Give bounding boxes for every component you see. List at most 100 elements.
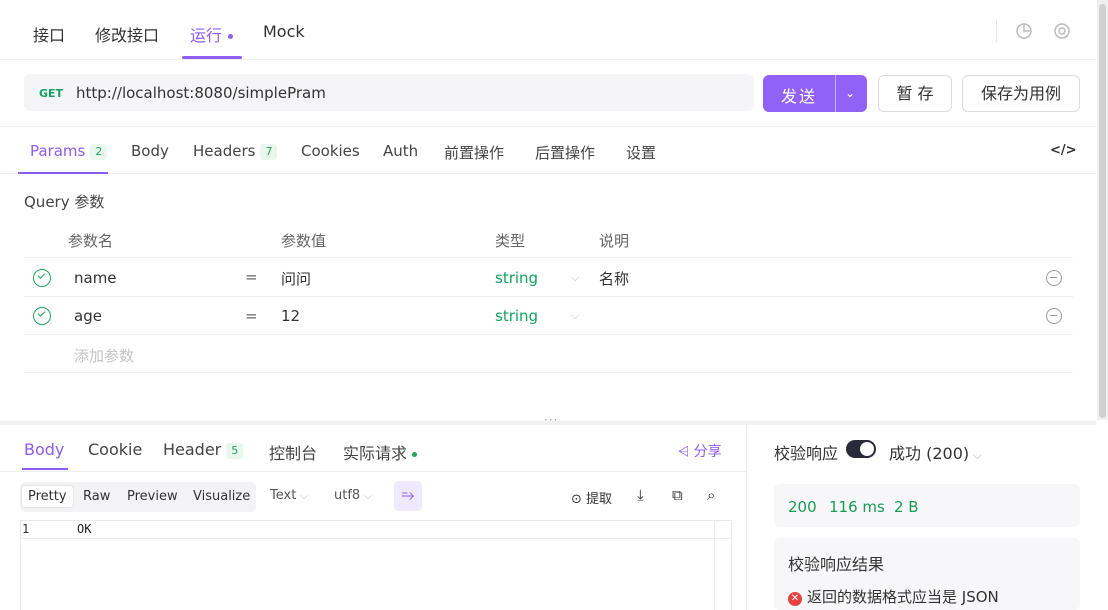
remove-row-icon[interactable] [1046,308,1062,324]
line-number: 1 [22,522,30,536]
url-text: http://localhost:8080/simplePram [76,84,326,102]
panel-divider [746,425,747,610]
extract-icon: ⊙ [571,492,587,507]
status-code: 200 [788,498,817,516]
param-name[interactable]: age [74,307,102,325]
download-icon[interactable]: ⤓ [637,486,644,504]
view-tab-visualize[interactable]: Visualize [193,489,250,504]
validation-error-text: 返回的数据格式应当是 JSON [807,588,999,606]
add-param-input[interactable]: 添加参数 [74,345,134,366]
table-divider [24,334,1073,335]
tab-console[interactable]: 控制台 [269,440,317,464]
top-tab-bar: 接口 修改接口 运行 Mock [0,0,1096,60]
tab-cookies[interactable]: Cookies [301,142,360,160]
active-tab-underline [18,172,108,174]
url-input[interactable]: GET http://localhost:8080/simplePram [24,74,754,111]
response-divider [0,471,746,472]
col-header-type: 类型 [495,232,526,250]
copy-icon[interactable]: ⧉ [672,486,683,504]
row-enabled-check-icon[interactable] [33,269,51,287]
table-divider [24,372,1073,373]
send-label: 发送 [781,87,818,106]
tab-actual-request-label: 实际请求 [343,444,408,463]
response-code: OK [77,522,92,536]
table-divider [24,257,1073,258]
tab-headers[interactable]: Headers 7 [193,142,278,160]
col-header-desc: 说明 [599,232,630,250]
save-temp-button[interactable]: 暂 存 [878,75,952,112]
extract-label: 提取 [586,492,613,507]
encoding-select[interactable]: utf8 ⌵ [334,488,372,503]
param-description[interactable]: 名称 [599,268,629,289]
send-divider [835,75,836,112]
tab-body[interactable]: Body [131,142,169,160]
request-tab-bar: Params 2 Body Headers 7 Cookies Auth 前置操作 … [0,126,1096,174]
status-dot-icon [412,452,418,457]
row-enabled-check-icon[interactable] [33,307,51,325]
active-tab-underline [22,468,68,470]
history-icon[interactable] [1015,22,1033,40]
tab-pre-operations[interactable]: 前置操作 [444,142,504,163]
query-params-label: Query 参数 [24,193,105,211]
view-mode-tabs: Pretty Raw Preview Visualize [20,482,256,512]
chevron-down-icon[interactable]: ⌵ [571,309,579,323]
send-button[interactable]: 发送 ⌄ [763,75,867,112]
app-window: 接口 修改接口 运行 Mock GET http://localhost:808… [0,0,1108,610]
extract-button[interactable]: ⊙ 提取 [571,488,612,507]
tab-mock[interactable]: Mock [263,22,305,41]
wrap-lines-icon[interactable]: ⥱ [394,481,422,511]
tab-response-header[interactable]: Header 5 [163,440,244,459]
view-tab-preview[interactable]: Preview [127,489,178,504]
tab-response-body[interactable]: Body [24,440,64,459]
table-divider [24,296,1073,297]
tab-params[interactable]: Params 2 [30,142,108,160]
share-button[interactable]: ⩤ 分享 [678,441,722,461]
settings-icon[interactable] [1053,22,1071,40]
params-count-badge: 2 [90,144,108,160]
tab-auth[interactable]: Auth [383,142,418,160]
search-icon[interactable]: ⌕ [707,486,715,504]
param-type-select[interactable]: string [495,269,538,287]
headers-count-badge: 7 [260,144,278,160]
param-name[interactable]: name [74,269,117,287]
encoding-select-value: utf8 [334,488,361,503]
tab-interface[interactable]: 接口 [33,22,65,46]
share-label: 分享 [693,444,722,460]
share-icon: ⩤ [678,444,694,460]
tab-actual-request[interactable]: 实际请求 [343,440,418,464]
chevron-down-icon[interactable]: ⌵ [571,271,579,285]
equals-sign: = [245,268,258,286]
http-method[interactable]: GET [39,87,63,100]
save-as-case-button[interactable]: 保存为用例 [962,75,1080,112]
code-icon[interactable]: </> [1050,143,1077,158]
response-size: 2 B [894,498,919,516]
view-tab-raw[interactable]: Raw [83,489,110,504]
editor-minimap-border [714,520,715,610]
validate-response-label: 校验响应 [774,444,839,463]
param-type-select[interactable]: string [495,307,538,325]
response-editor[interactable] [20,520,732,610]
tab-run[interactable]: 运行 [190,22,234,46]
param-value[interactable]: 问问 [281,268,311,289]
remove-row-icon[interactable] [1046,270,1062,286]
tab-params-label: Params [30,142,86,160]
resize-handle-icon[interactable]: ··· [544,413,558,427]
header-count-badge: 5 [226,443,244,459]
scrollbar-thumb[interactable] [1099,4,1106,418]
validation-status-value: 成功 (200) [889,444,970,463]
param-value[interactable]: 12 [281,307,300,325]
chevron-down-icon[interactable]: ⌄ [845,86,855,100]
chevron-down-icon: ⌵ [364,491,372,502]
tab-run-label: 运行 [190,26,223,45]
tab-settings[interactable]: 设置 [626,142,656,163]
tab-edit-interface[interactable]: 修改接口 [95,22,159,46]
tab-post-operations[interactable]: 后置操作 [535,142,595,163]
editor-line-divider [20,538,732,539]
error-icon: ✕ [788,592,802,606]
tab-response-cookie[interactable]: Cookie [88,440,142,459]
validation-status-select[interactable]: 成功 (200) ⌵ [889,440,981,464]
validate-toggle[interactable] [846,440,876,458]
response-stats-card [774,484,1080,527]
format-select[interactable]: Text ⌵ [270,488,308,503]
view-tab-pretty[interactable]: Pretty [21,485,74,508]
